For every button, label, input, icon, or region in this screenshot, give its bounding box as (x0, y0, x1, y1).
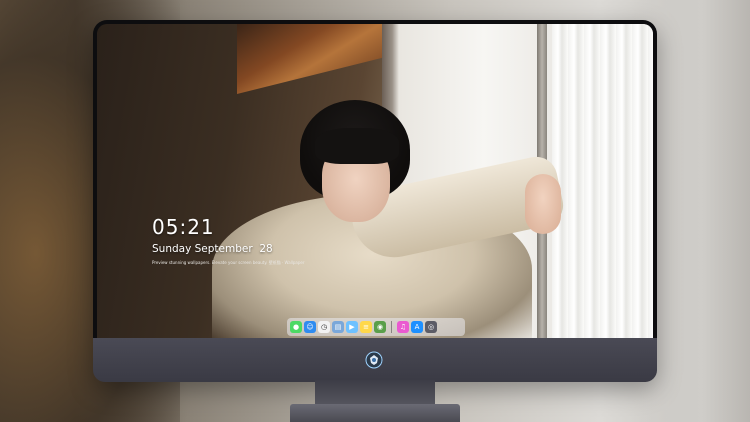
monitor-stand-base (290, 404, 460, 422)
dock-separator (391, 321, 392, 333)
brand-logo-icon (365, 351, 383, 369)
lockscreen-clock: 05:21 (152, 215, 215, 239)
messages-icon[interactable]: ● (290, 321, 302, 333)
lockscreen-date: Sunday September 28 (152, 243, 273, 255)
camera-icon[interactable]: ◎ (425, 321, 437, 333)
finalcut-icon[interactable]: ▶ (346, 321, 358, 333)
photobooth-icon[interactable]: ◉ (374, 321, 386, 333)
itunes-icon[interactable]: ♫ (397, 321, 409, 333)
screen: 05:21 Sunday September 28 Preview stunni… (97, 24, 653, 338)
lockscreen-tagline: Preview stunning wallpapers. Elevate you… (152, 260, 305, 265)
imac-monitor: 05:21 Sunday September 28 Preview stunni… (93, 20, 657, 382)
preview-icon[interactable]: ▤ (332, 321, 344, 333)
appstore-icon[interactable]: A (411, 321, 423, 333)
wallpaper-person-fringe (315, 128, 399, 164)
dock: ● ☺ ◷ ▤ ▶ ≡ ◉ ♫ A ◎ (287, 318, 465, 336)
monitor-stand-neck (315, 380, 435, 406)
wallpaper-curtain (552, 24, 653, 338)
clock-icon[interactable]: ◷ (318, 321, 330, 333)
wallpaper-person-hand (525, 174, 561, 234)
notes-icon[interactable]: ≡ (360, 321, 372, 333)
finder-icon[interactable]: ☺ (304, 321, 316, 333)
